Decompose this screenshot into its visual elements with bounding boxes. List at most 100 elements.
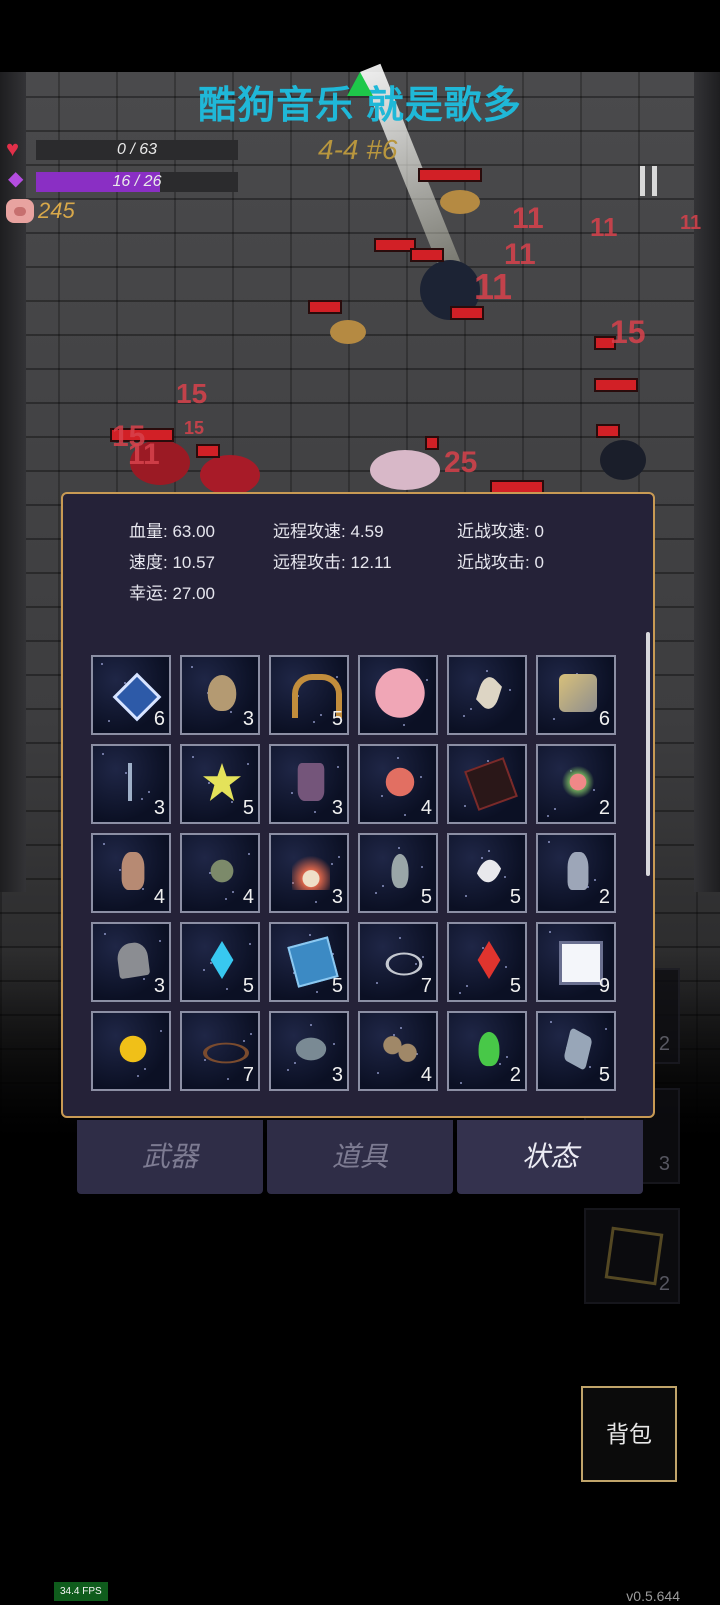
star-speck [337,766,339,768]
star-speck [294,1062,296,1064]
pig-icon [6,199,34,223]
item-slot[interactable]: 3 [269,744,349,824]
vase-icon [121,852,145,890]
item-count: 2 [598,797,610,819]
item-slot[interactable]: 9 [536,922,616,1002]
pause-button[interactable] [636,166,664,200]
item-slot[interactable] [358,655,438,735]
tab-status[interactable]: 状态 [457,1120,643,1194]
star-speck [232,891,234,893]
item-slot[interactable]: 4 [180,833,260,913]
item-slot[interactable]: 5 [269,922,349,1002]
item-slot[interactable]: 5 [536,1011,616,1091]
item-count: 6 [598,708,610,730]
item-slot[interactable]: 3 [91,744,171,824]
ghost-cloak-icon [567,852,589,890]
rings-icon [385,952,423,976]
right-wall [694,72,720,892]
star-speck [377,1072,379,1074]
star-speck [426,679,428,681]
star-speck [227,1078,229,1080]
item-count: 5 [420,886,432,908]
item-grid-scrollbar[interactable] [646,632,650,876]
item-slot[interactable]: 4 [358,1011,438,1091]
star-speck [420,776,422,778]
star-speck [101,663,103,665]
heart-icon: ♥ [6,136,20,161]
item-slot[interactable]: 3 [180,655,260,735]
star-speck [247,763,249,765]
star-speck [509,689,511,691]
item-count: 3 [153,797,165,819]
item-slot[interactable] [447,744,527,824]
item-slot[interactable]: 2 [536,833,616,913]
item-slot[interactable]: 5 [180,744,260,824]
stat-melee-attack: 近战攻击: 0 [457,553,544,572]
star-speck [464,805,466,807]
item-slot[interactable]: 6 [536,655,616,735]
stat-ranged-speed: 远程攻速: 4.59 [273,522,384,541]
item-slot[interactable]: 4 [91,833,171,913]
backpack-button[interactable]: 背包 [581,1386,677,1482]
star-speck [553,718,555,720]
feather-mask-icon [292,852,330,890]
star-speck [399,937,401,939]
gold-coin-icon [119,1035,147,1063]
star-speck [589,1066,591,1068]
item-slot[interactable]: 5 [269,655,349,735]
item-slot[interactable]: 3 [269,833,349,913]
item-slot[interactable]: 5 [358,833,438,913]
item-slot[interactable]: 6 [91,655,171,735]
item-slot[interactable]: 5 [180,922,260,1002]
star-speck [422,956,424,958]
damage-number: 11 [512,202,544,235]
star-speck [554,808,556,810]
version-label: v0.5.644 [626,1588,680,1604]
slot-count: 2 [658,1033,670,1055]
item-slot[interactable]: 5 [447,833,527,913]
star-speck [103,843,105,845]
star-speck [466,985,468,987]
star-speck [142,888,144,890]
enemy-health-bar [425,436,439,450]
damage-number: 11 [590,212,618,242]
coin-count: 245 [38,198,75,223]
star-speck [210,962,212,964]
mana-text: 16 / 26 [112,173,162,190]
item-slot[interactable]: 2 [447,1011,527,1091]
item-slot[interactable]: 7 [180,1011,260,1091]
tab-props[interactable]: 道具 [267,1120,453,1194]
item-count: 3 [331,886,343,908]
item-slot[interactable]: 2 [536,744,616,824]
side-weapon-slot[interactable]: 2 [584,1208,680,1304]
item-slot[interactable]: 4 [358,744,438,824]
flower-garland-icon [559,763,597,801]
item-slot[interactable]: 5 [447,922,527,1002]
star-speck [104,933,106,935]
star-speck [499,1063,501,1065]
item-count: 4 [242,886,254,908]
item-count: 3 [331,797,343,819]
item-slot[interactable]: 3 [269,1011,349,1091]
enemy-health-bar [450,306,484,320]
piggy-bank-icon [375,668,425,718]
tab-weapons[interactable]: 武器 [77,1120,263,1194]
star-speck [309,934,311,936]
star-speck [547,815,549,817]
item-slot[interactable]: 7 [358,922,438,1002]
item-slot[interactable] [447,655,527,735]
star-speck [249,943,251,945]
item-slot[interactable] [91,1011,171,1091]
item-slot[interactable]: 3 [91,922,171,1002]
star-speck [125,772,127,774]
item-count: 4 [420,797,432,819]
fang-icon [476,669,502,717]
enemy-spider [440,190,480,214]
star-speck [486,670,488,672]
crystal-shard-icon [210,941,234,979]
cube-icon [604,1226,664,1286]
star-speck [488,850,490,852]
stat-hp: 血量: 63.00 [129,522,216,541]
item-count: 5 [331,708,343,730]
apple-icon [385,767,415,797]
